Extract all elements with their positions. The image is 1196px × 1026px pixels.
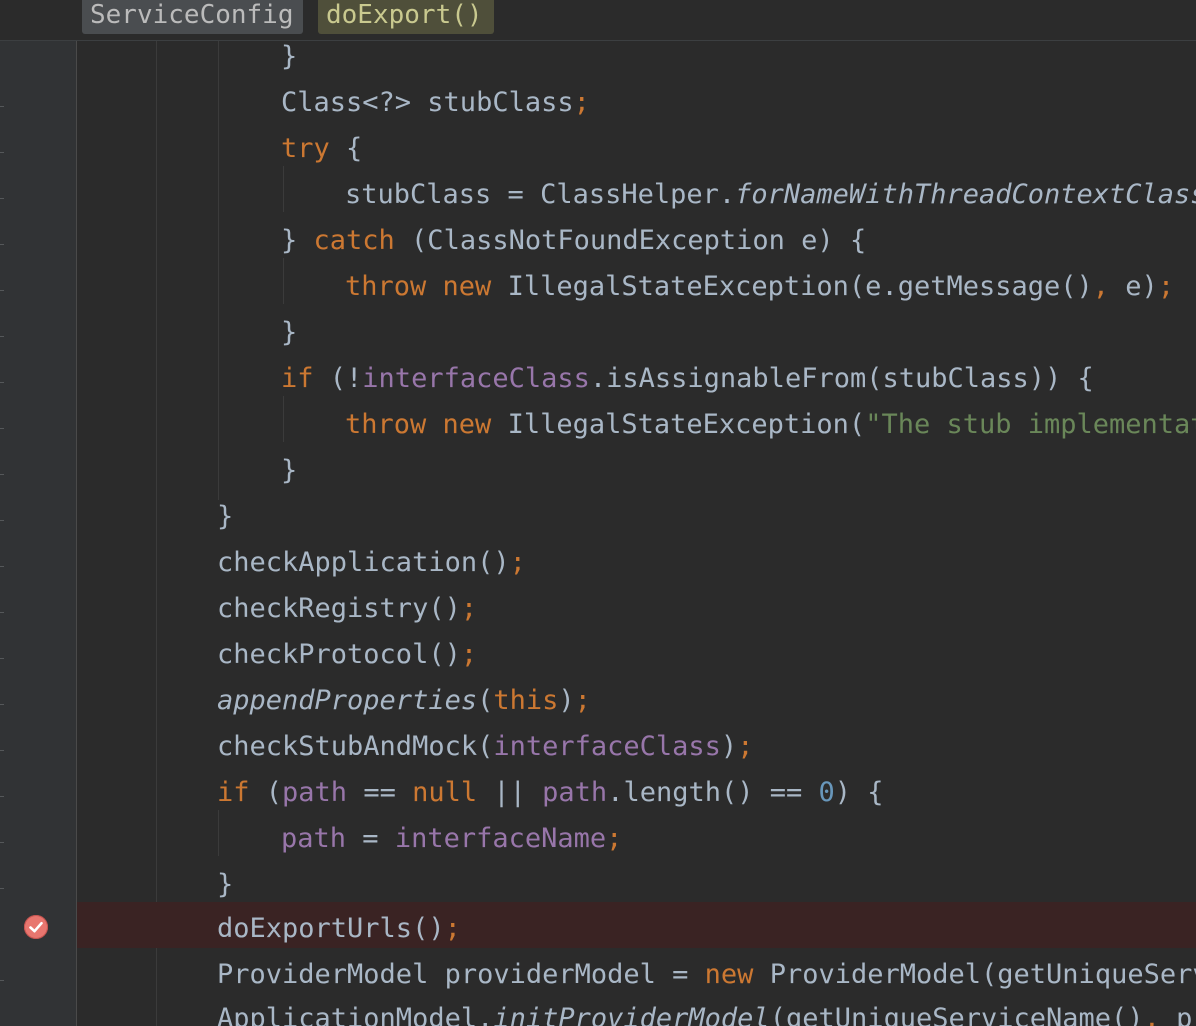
code-token: ; — [444, 913, 461, 944]
code-token: , — [1092, 271, 1110, 302]
code-line: } — [281, 310, 297, 356]
code-line: stubClass = ClassHelper.forNameWithThrea… — [345, 172, 1196, 218]
code-token: (ClassNotFoundException e) { — [394, 225, 867, 256]
code-line: } — [281, 40, 297, 80]
code-token: ; — [460, 593, 478, 624]
code-token: this — [493, 685, 559, 716]
code-token: forNameWithThreadContextClassL — [735, 179, 1196, 210]
code-token: ProviderModel providerModel = — [217, 959, 705, 990]
code-token: } — [281, 41, 298, 72]
code-token: pro — [1176, 1003, 1196, 1026]
code-token: initProviderModel — [493, 1003, 770, 1026]
code-token: e) — [1109, 271, 1158, 302]
code-token: doExportUrls() — [217, 913, 445, 944]
code-line: appendProperties(this); — [217, 678, 591, 724]
code-token: } — [281, 455, 298, 486]
code-token: IllegalStateException(e.getMessage() — [491, 271, 1093, 302]
code-token: } — [217, 869, 234, 900]
code-token: , — [1143, 1003, 1160, 1026]
code-line: } — [217, 862, 233, 908]
code-line: throw new IllegalStateException(e.getMes… — [345, 264, 1174, 310]
indent-guide — [283, 258, 284, 304]
indent-guide — [283, 166, 284, 212]
indent-guide — [156, 40, 157, 1026]
code-token: throw new — [345, 271, 492, 302]
breadcrumb: ServiceConfig doExport() — [0, 0, 1196, 41]
code-token: } — [281, 317, 298, 348]
code-token: try — [281, 133, 330, 164]
code-token: ; — [509, 547, 526, 578]
code-token: null — [412, 777, 478, 808]
code-token: path — [542, 777, 608, 808]
code-line: checkStubAndMock(interfaceClass); — [217, 724, 753, 770]
code-token: == — [347, 777, 413, 808]
code-token: path — [281, 823, 347, 854]
breadcrumb-class[interactable]: ServiceConfig — [82, 0, 303, 34]
code-line: Class<?> stubClass; — [281, 80, 590, 126]
code-token: ) { — [834, 777, 884, 808]
indent-guide — [218, 810, 219, 856]
editor-gutter[interactable] — [0, 40, 77, 1026]
breakpoint-check-icon[interactable] — [24, 915, 48, 939]
code-token: ; — [573, 87, 590, 118]
code-token: stubClass = ClassHelper. — [345, 179, 736, 210]
code-token: ; — [574, 685, 591, 716]
code-token: ; — [606, 823, 623, 854]
code-line: doExportUrls(); — [217, 906, 461, 952]
code-token: ; — [1157, 271, 1175, 302]
code-line: ProviderModel providerModel = new Provid… — [217, 952, 1196, 998]
code-token: IllegalStateException( — [491, 409, 866, 440]
code-line: ApplicationModel.initProviderModel(getUn… — [217, 996, 1196, 1026]
code-token: (getUniqueServiceName() — [769, 1003, 1144, 1026]
code-token: path — [282, 777, 348, 808]
code-editor[interactable]: } Class<?> stubClass; try { stubClass = … — [77, 40, 1196, 1026]
code-line: checkProtocol(); — [217, 632, 477, 678]
code-token: interfaceClass — [362, 363, 590, 394]
code-line: } catch (ClassNotFoundException e) { — [281, 218, 866, 264]
code-token: ) — [558, 685, 575, 716]
code-token: interfaceName — [394, 823, 607, 854]
code-token: checkRegistry() — [217, 593, 461, 624]
code-token: || — [477, 777, 543, 808]
code-line: checkApplication(); — [217, 540, 526, 586]
code-line: path = interfaceName; — [281, 816, 622, 862]
code-token: ( — [249, 777, 283, 808]
code-token: interfaceClass — [493, 731, 721, 762]
code-token: checkProtocol() — [217, 639, 461, 670]
code-token: } — [217, 501, 234, 532]
code-token: ( — [477, 685, 494, 716]
breadcrumb-method[interactable]: doExport() — [318, 0, 494, 34]
indent-guide — [283, 396, 284, 442]
indent-guide — [218, 40, 219, 500]
code-line: } — [217, 494, 233, 540]
code-line: try { — [281, 126, 362, 172]
code-token: ) — [720, 731, 738, 762]
code-token: { — [329, 133, 363, 164]
code-token: new — [704, 959, 754, 990]
code-token: appendProperties — [217, 685, 478, 716]
code-token: throw new — [345, 409, 492, 440]
code-token: ProviderModel(getUniqueServi — [753, 959, 1196, 990]
code-line: if (!interfaceClass.isAssignableFrom(stu… — [281, 356, 1094, 402]
code-token: (! — [313, 363, 363, 394]
code-line: checkRegistry(); — [217, 586, 477, 632]
code-token: } — [281, 225, 314, 256]
code-line: } — [281, 448, 297, 494]
code-token: = — [346, 823, 395, 854]
code-token: ApplicationModel. — [217, 1003, 494, 1026]
code-token: ; — [460, 639, 478, 670]
code-token: "The stub implementati — [865, 409, 1196, 440]
code-token: .isAssignableFrom(stubClass)) { — [589, 363, 1094, 394]
code-token: ; — [737, 731, 754, 762]
code-token: if — [281, 363, 314, 394]
code-token: if — [217, 777, 250, 808]
code-line: if (path == null || path.length() == 0) … — [217, 770, 884, 816]
code-token: checkApplication() — [217, 547, 510, 578]
code-token: checkStubAndMock( — [217, 731, 494, 762]
code-line: throw new IllegalStateException("The stu… — [345, 402, 1196, 448]
code-token: .length() == — [607, 777, 819, 808]
code-token: 0 — [818, 777, 835, 808]
code-token: Class<?> stubClass — [281, 87, 574, 118]
code-token: catch — [313, 225, 395, 256]
